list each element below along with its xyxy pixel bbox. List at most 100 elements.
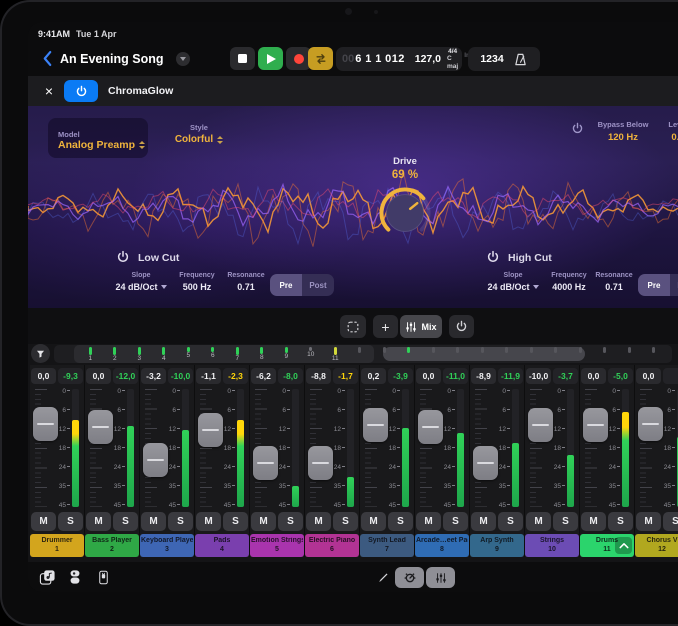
play-button[interactable] bbox=[258, 47, 283, 70]
peak-db-value[interactable]: -1,7 bbox=[333, 368, 358, 384]
browser-icon[interactable] bbox=[65, 568, 85, 586]
fader-handle[interactable] bbox=[363, 408, 388, 442]
fader-db-value[interactable]: 0,0 bbox=[86, 368, 111, 384]
overview-track-meter[interactable] bbox=[470, 345, 495, 363]
mute-button[interactable]: M bbox=[416, 512, 441, 531]
peak-db-value[interactable]: -5,0 bbox=[608, 368, 633, 384]
overview-track-meter[interactable]: 7 bbox=[225, 345, 250, 363]
mute-button[interactable]: M bbox=[581, 512, 606, 531]
peak-db-value[interactable]: -11,0 bbox=[443, 368, 468, 384]
edit-pencil-icon[interactable] bbox=[374, 568, 394, 586]
overview-track-meter[interactable] bbox=[421, 345, 446, 363]
overview-track-meter[interactable] bbox=[617, 345, 642, 363]
post-button[interactable]: Post bbox=[302, 274, 334, 296]
fader-db-value[interactable]: -1,1 bbox=[196, 368, 221, 384]
metronome-icon[interactable] bbox=[513, 53, 528, 66]
overview-track-meter[interactable]: 5 bbox=[176, 345, 201, 363]
mute-button[interactable]: M bbox=[141, 512, 166, 531]
solo-button[interactable]: S bbox=[498, 512, 523, 531]
lcd-display[interactable]: 00 6 1 1 012 127,0 4/4 C maj InOut MIDI bbox=[336, 47, 462, 71]
overview-track-meter[interactable] bbox=[544, 345, 569, 363]
count-in-button[interactable]: 1234 bbox=[480, 53, 503, 65]
style-selector[interactable]: Style Colorful bbox=[160, 118, 238, 158]
peak-db-value[interactable]: -11,9 bbox=[498, 368, 523, 384]
track-name-bar[interactable]: Strings 10 bbox=[525, 534, 579, 557]
solo-button[interactable]: S bbox=[113, 512, 138, 531]
fader-handle[interactable] bbox=[583, 408, 608, 442]
track-name-bar[interactable]: Arp Synth 9 bbox=[470, 534, 524, 557]
track-name-bar[interactable]: Drummer 1 bbox=[30, 534, 84, 557]
overview-track-meter[interactable]: 11 bbox=[323, 345, 348, 363]
peak-db-value[interactable]: -9,3 bbox=[58, 368, 83, 384]
overview-track-meter[interactable]: 4 bbox=[152, 345, 177, 363]
fader-handle[interactable] bbox=[308, 446, 333, 480]
high-cut-resonance[interactable]: Resonance 0.71 bbox=[592, 272, 636, 292]
mute-button[interactable]: M bbox=[636, 512, 661, 531]
fader-db-value[interactable]: -3,2 bbox=[141, 368, 166, 384]
back-button[interactable] bbox=[38, 50, 56, 70]
overview-track-meter[interactable] bbox=[642, 345, 667, 363]
solo-button[interactable]: S bbox=[333, 512, 358, 531]
fader-handle[interactable] bbox=[638, 407, 663, 441]
fader-handle[interactable] bbox=[418, 410, 443, 444]
solo-button[interactable]: S bbox=[278, 512, 303, 531]
fader-db-value[interactable]: -8,8 bbox=[306, 368, 331, 384]
bypass-below-control[interactable]: Bypass Below 120 Hz bbox=[594, 120, 652, 143]
plugin-power-button[interactable] bbox=[64, 80, 98, 102]
solo-button[interactable]: S bbox=[388, 512, 413, 531]
fader-db-value[interactable]: 0,0 bbox=[636, 368, 661, 384]
fader-db-value[interactable]: -6,2 bbox=[251, 368, 276, 384]
overview-track-meter[interactable]: 3 bbox=[127, 345, 152, 363]
fader-db-value[interactable]: -8,9 bbox=[471, 368, 496, 384]
track-name-bar[interactable]: Drums 11 bbox=[580, 534, 634, 557]
overview-track-meter[interactable]: 10 bbox=[299, 345, 324, 363]
high-cut-slope[interactable]: Slope 24 dB/Oct bbox=[484, 272, 542, 292]
stop-button[interactable] bbox=[230, 47, 255, 70]
low-cut-power-button[interactable] bbox=[116, 250, 130, 267]
filter-tracks-button[interactable] bbox=[31, 344, 50, 363]
track-name-bar[interactable]: Synth Lead 7 bbox=[360, 534, 414, 557]
solo-button[interactable]: S bbox=[663, 512, 678, 531]
peak-db-value[interactable] bbox=[663, 368, 678, 384]
solo-button[interactable]: S bbox=[223, 512, 248, 531]
fader-db-value[interactable]: 0,0 bbox=[416, 368, 441, 384]
fader-handle[interactable] bbox=[473, 446, 498, 480]
plugin-device-icon[interactable] bbox=[93, 568, 113, 586]
track-name-bar[interactable]: Keyboard Player 3 bbox=[140, 534, 194, 557]
peak-db-value[interactable]: -12,0 bbox=[113, 368, 138, 384]
peak-db-value[interactable]: -3,9 bbox=[388, 368, 413, 384]
mixer-view-button[interactable] bbox=[426, 567, 455, 588]
low-cut-slope[interactable]: Slope 24 dB/Oct bbox=[112, 272, 170, 292]
post-button[interactable]: Post bbox=[670, 274, 678, 296]
high-cut-power-button[interactable] bbox=[486, 250, 500, 267]
overview-track-meter[interactable] bbox=[568, 345, 593, 363]
solo-button[interactable]: S bbox=[608, 512, 633, 531]
drive-knob[interactable] bbox=[377, 185, 433, 241]
mute-button[interactable]: M bbox=[361, 512, 386, 531]
track-name-bar[interactable]: Electric Piano 6 bbox=[305, 534, 359, 557]
overview-track-meter[interactable]: 8 bbox=[250, 345, 275, 363]
pre-button[interactable]: Pre bbox=[270, 274, 302, 296]
mute-button[interactable]: M bbox=[196, 512, 221, 531]
peak-db-value[interactable]: -3,7 bbox=[553, 368, 578, 384]
mute-button[interactable]: M bbox=[86, 512, 111, 531]
fader-db-value[interactable]: -10,0 bbox=[526, 368, 551, 384]
high-cut-frequency[interactable]: Frequency 4000 Hz bbox=[542, 272, 596, 292]
fader-handle[interactable] bbox=[143, 443, 168, 477]
overview-track-meter[interactable] bbox=[495, 345, 520, 363]
overview-track-meter[interactable] bbox=[397, 345, 422, 363]
track-name-bar[interactable]: Arcade…eet Pad 8 bbox=[415, 534, 469, 557]
mute-button[interactable]: M bbox=[306, 512, 331, 531]
close-plugin-button[interactable]: × bbox=[40, 82, 58, 100]
track-name-bar[interactable]: Emotion Strings 5 bbox=[250, 534, 304, 557]
pre-button[interactable]: Pre bbox=[638, 274, 670, 296]
peak-db-value[interactable]: -8,0 bbox=[278, 368, 303, 384]
fader-db-value[interactable]: 0,2 bbox=[361, 368, 386, 384]
collapse-track-button[interactable] bbox=[615, 537, 632, 554]
low-cut-frequency[interactable]: Frequency 500 Hz bbox=[170, 272, 224, 292]
controls-view-button[interactable] bbox=[395, 567, 424, 588]
loop-library-icon[interactable] bbox=[37, 568, 57, 586]
overview-track-meter[interactable]: 6 bbox=[201, 345, 226, 363]
fader-db-value[interactable]: 0,0 bbox=[31, 368, 56, 384]
overview-track-meter[interactable]: 2 bbox=[103, 345, 128, 363]
